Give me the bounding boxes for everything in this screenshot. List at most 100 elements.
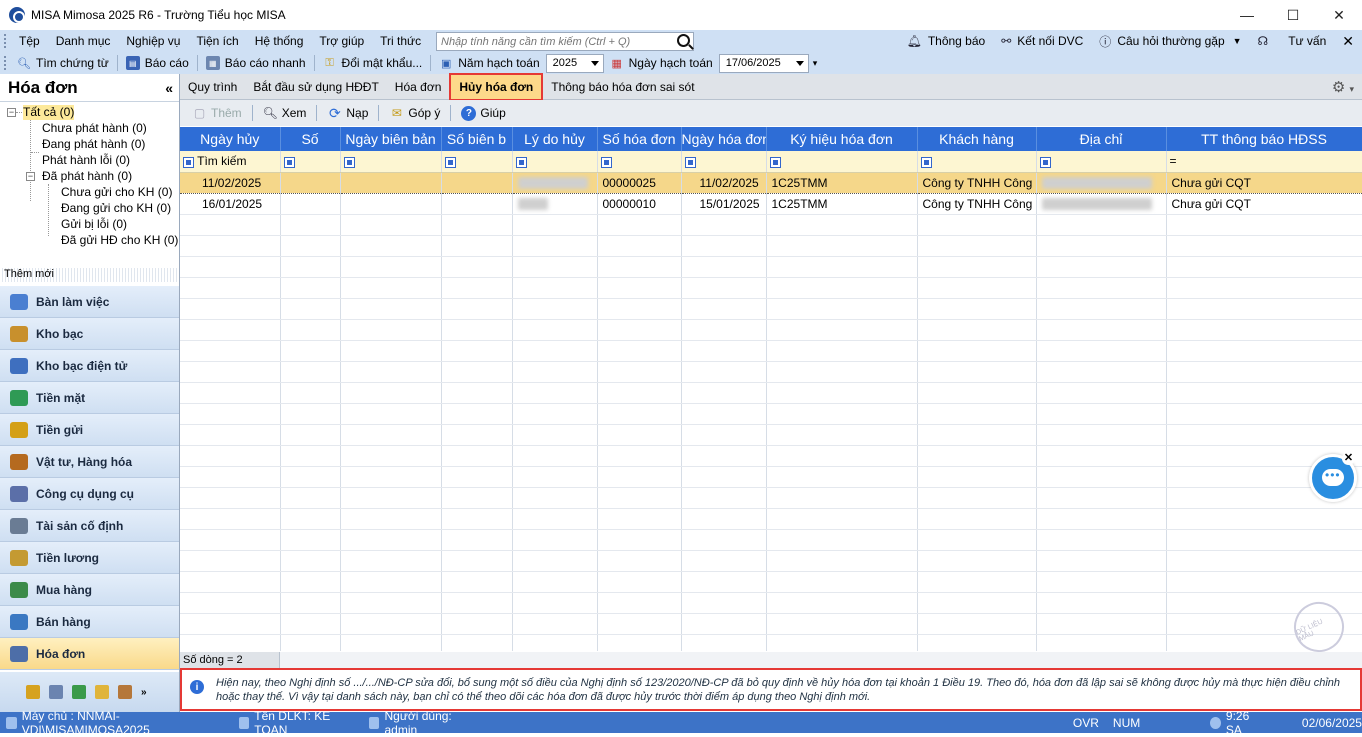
help-button[interactable]: ? Giúp [453, 105, 513, 121]
nav-cash[interactable]: Tiền mặt [0, 382, 179, 414]
filter-operator-icon[interactable] [920, 156, 932, 168]
filter-operator-icon[interactable] [769, 156, 781, 168]
filter-operator-icon[interactable] [600, 156, 612, 168]
tab-invoice[interactable]: Hóa đơn [387, 75, 450, 99]
faq-button[interactable]: ⓘ Câu hỏi thường gặp ▼ [1091, 33, 1249, 50]
nav-desk[interactable]: Bàn làm việc [0, 286, 179, 318]
menu-file[interactable]: Tệp [11, 34, 48, 48]
tab-cancel-invoice[interactable]: Hủy hóa đơn [449, 72, 544, 101]
search-icon[interactable] [677, 34, 690, 47]
col-invoice-symbol[interactable]: Ký hiệu hóa đơn [766, 127, 918, 151]
filter-operator-icon[interactable] [684, 156, 696, 168]
chat-close-icon[interactable]: ✕ [1342, 452, 1355, 465]
filter-cell[interactable]: = [1166, 151, 1362, 173]
edit-icon[interactable] [49, 685, 63, 699]
col-reason[interactable]: Lý do hủy [512, 127, 598, 151]
tab-start-e-invoice[interactable]: Bắt đầu sử dụng HĐĐT [245, 75, 386, 99]
nav-deposit[interactable]: Tiền gửi [0, 414, 179, 446]
add-button[interactable]: ▢ Thêm [184, 106, 250, 121]
tree-node-issuing[interactable]: Đang phát hành (0) [42, 137, 145, 152]
filter-cell[interactable] [441, 151, 513, 173]
nav-e-treasury[interactable]: Kho bạc điện tử [0, 350, 179, 382]
nav-purchase[interactable]: Mua hàng [0, 574, 179, 606]
tree-node-sending[interactable]: Đang gửi cho KH (0) [61, 201, 171, 216]
minimize-button[interactable]: — [1224, 0, 1270, 30]
find-voucher-button[interactable]: 🔍︎ Tìm chứng từ [11, 56, 115, 70]
close-button[interactable]: ✕ [1316, 0, 1362, 30]
tab-error-notice[interactable]: Thông báo hóa đơn sai sót [543, 75, 702, 99]
col-record-number[interactable]: Số biên b [441, 127, 513, 151]
reload-button[interactable]: ⟳ Nạp [319, 105, 376, 121]
tree-node-issue-error[interactable]: Phát hành lỗi (0) [42, 153, 130, 168]
nav-invoice[interactable]: Hóa đơn [0, 638, 179, 670]
collapse-node-icon[interactable]: − [26, 172, 35, 181]
add-new-bar[interactable]: Thêm mới [0, 268, 179, 282]
more-icon[interactable]: » [141, 687, 147, 698]
quick-report-button[interactable]: ▦ Báo cáo nhanh [200, 56, 312, 70]
menu-knowledge[interactable]: Tri thức [372, 34, 429, 48]
filter-cell[interactable] [766, 151, 918, 173]
tree-node-not-issued[interactable]: Chưa phát hành (0) [42, 121, 147, 136]
col-number[interactable]: Số [280, 127, 341, 151]
nav-salary[interactable]: Tiền lương [0, 542, 179, 574]
folder-icon[interactable] [95, 685, 109, 699]
tree-node-issued[interactable]: Đã phát hành (0) [42, 169, 132, 184]
col-address[interactable]: Địa chỉ [1036, 127, 1167, 151]
collapse-panel-icon[interactable]: « [165, 80, 173, 96]
gear-icon[interactable]: ⚙ ▾ [1332, 78, 1354, 96]
nav-materials[interactable]: Vật tư, Hàng hóa [0, 446, 179, 478]
document-icon[interactable] [26, 685, 40, 699]
tree-node-sent[interactable]: Đã gửi HĐ cho KH (0) [61, 233, 178, 248]
menu-help[interactable]: Trợ giúp [311, 34, 372, 48]
view-button[interactable]: 🔍︎ Xem [255, 106, 315, 121]
filter-cell[interactable] [1036, 151, 1167, 173]
menu-system[interactable]: Hệ thống [247, 34, 312, 48]
nav-fixed-assets[interactable]: Tài sản cố định [0, 510, 179, 542]
fiscal-year-select[interactable]: 2025 [545, 53, 604, 73]
col-invoice-number[interactable]: Số hóa đơn [597, 127, 682, 151]
briefcase-icon[interactable] [118, 685, 132, 699]
filter-operator-icon[interactable] [183, 156, 194, 168]
nav-tools[interactable]: Công cụ dụng cụ [0, 478, 179, 510]
consult-button[interactable]: ☊ Tư vấn [1250, 34, 1335, 48]
toolbar-overflow-icon[interactable]: ▾ [813, 58, 818, 69]
table-row[interactable]: 16/01/2025 00000010 15/01/2025 1C25TMM C… [180, 193, 1362, 215]
tree-node-not-sent[interactable]: Chưa gửi cho KH (0) [61, 185, 172, 200]
shield-icon[interactable] [72, 685, 86, 699]
connect-dvc-button[interactable]: ⚯ Kết nối DVC [993, 34, 1091, 48]
col-record-date[interactable]: Ngày biên bản [340, 127, 442, 151]
nav-treasury[interactable]: Kho bạc [0, 318, 179, 350]
menu-operations[interactable]: Nghiệp vụ [118, 34, 188, 48]
filter-cell[interactable] [280, 151, 341, 173]
filter-operator-icon[interactable] [515, 156, 527, 168]
col-customer[interactable]: Khách hàng [917, 127, 1037, 151]
maximize-button[interactable]: ☐ [1270, 0, 1316, 30]
posting-date-picker[interactable]: 17/06/2025 [718, 53, 809, 73]
tree-node-all[interactable]: Tất cả (0) [23, 105, 75, 120]
col-notice-status[interactable]: TT thông báo HĐSS [1166, 127, 1362, 151]
filter-cell[interactable]: Tìm kiếm [180, 151, 281, 173]
nav-sales[interactable]: Bán hàng [0, 606, 179, 638]
tab-process[interactable]: Quy trình [180, 75, 245, 99]
menu-close-icon[interactable]: ✕ [1334, 33, 1362, 50]
menu-utilities[interactable]: Tiện ích [188, 34, 246, 48]
col-cancel-date[interactable]: Ngày hủy [180, 127, 281, 151]
table-row[interactable]: 11/02/2025 00000025 11/02/2025 1C25TMM C… [180, 171, 1362, 194]
filter-operator-icon[interactable] [283, 156, 295, 168]
report-button[interactable]: ▤ Báo cáo [120, 56, 195, 70]
filter-equals[interactable]: = [1170, 154, 1177, 168]
change-password-button[interactable]: ⚿ Đổi mật khẩu... [317, 56, 429, 70]
filter-operator-icon[interactable] [343, 156, 355, 168]
feedback-button[interactable]: ✉ Góp ý [381, 106, 448, 121]
feature-search-input[interactable] [437, 35, 667, 48]
col-invoice-date[interactable]: Ngày hóa đơn [681, 127, 767, 151]
filter-cell[interactable] [917, 151, 1037, 173]
collapse-node-icon[interactable]: − [7, 108, 16, 117]
notification-button[interactable]: 🔔︎ Thông báo [899, 34, 994, 48]
filter-cell[interactable] [681, 151, 767, 173]
menu-catalog[interactable]: Danh mục [48, 34, 119, 48]
tree-node-send-error[interactable]: Gửi bị lỗi (0) [61, 217, 127, 232]
filter-cell[interactable] [597, 151, 682, 173]
filter-operator-icon[interactable] [1039, 156, 1051, 168]
filter-cell[interactable] [512, 151, 598, 173]
